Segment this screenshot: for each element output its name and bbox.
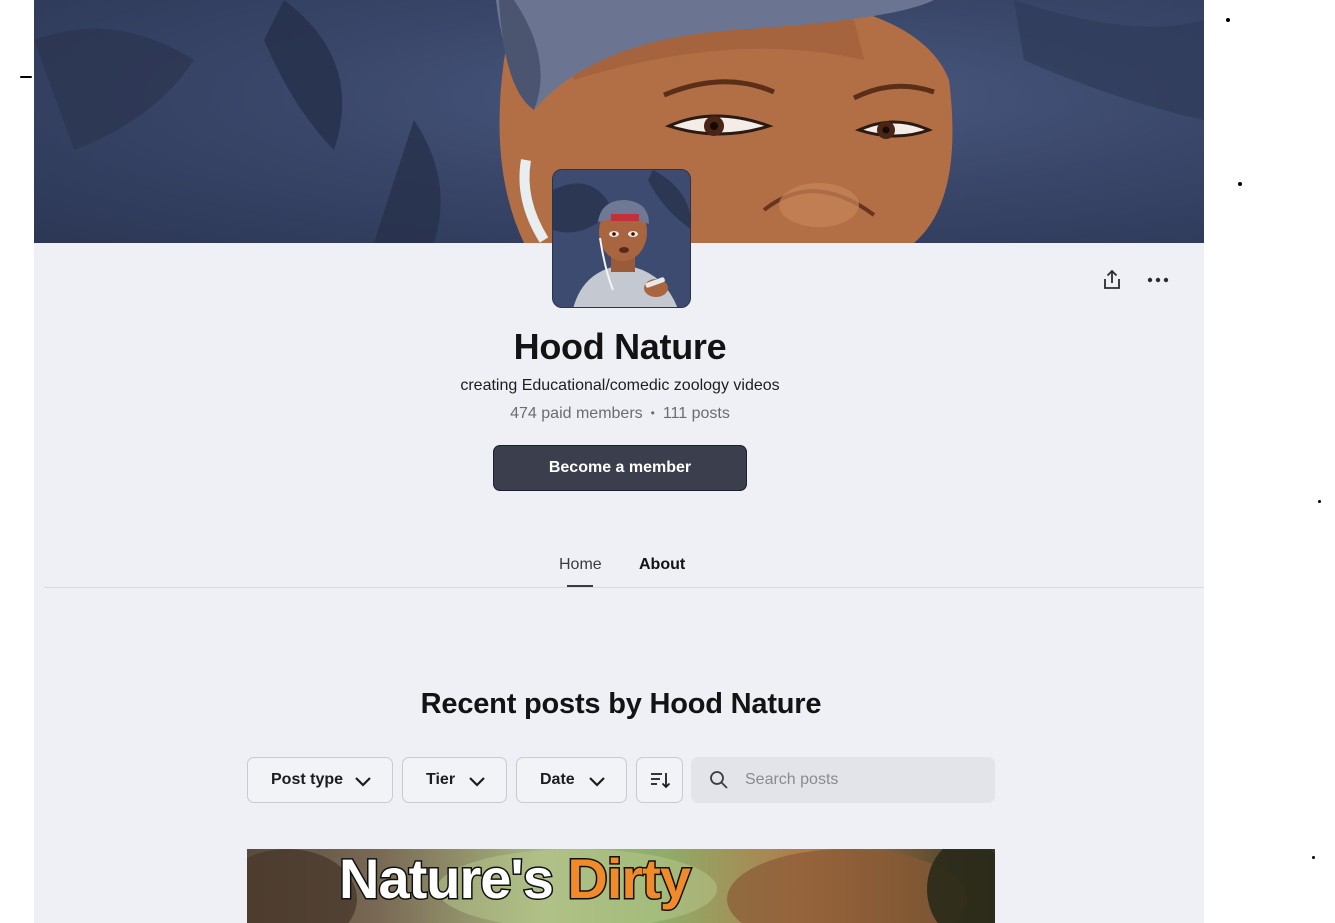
recent-posts-heading: Recent posts by Hood Nature — [420, 688, 822, 720]
become-member-button[interactable]: Become a member — [493, 445, 747, 491]
chevron-down-icon — [469, 777, 485, 787]
post-type-filter[interactable]: Post type — [247, 757, 393, 803]
avatar-image — [553, 170, 690, 307]
artifact-speck — [1312, 856, 1315, 859]
tab-about[interactable]: About — [639, 556, 685, 574]
search-posts-input[interactable] — [745, 757, 985, 803]
more-options-button[interactable] — [1142, 264, 1174, 296]
paid-members-count: 474 paid members — [510, 405, 643, 422]
tier-filter-label: Tier — [426, 771, 456, 788]
artifact-speck — [1226, 18, 1230, 22]
chevron-down-icon — [355, 777, 371, 787]
artifact-speck — [1238, 182, 1242, 186]
sort-icon — [650, 773, 670, 789]
thumbnail-title-word2: Dirty — [566, 849, 693, 910]
date-filter-label: Date — [540, 771, 575, 788]
artifact-speck — [20, 76, 32, 78]
chevron-down-icon — [589, 777, 605, 787]
more-horizontal-icon — [1147, 277, 1169, 283]
thumbnail-title: Nature's Dirty — [338, 849, 693, 910]
search-posts-field[interactable] — [691, 757, 995, 803]
creator-avatar[interactable] — [552, 169, 691, 308]
thumbnail-title-word1: Nature's — [338, 849, 556, 910]
date-filter[interactable]: Date — [516, 757, 627, 803]
creator-stats: 474 paid members • 111 posts — [34, 405, 1204, 423]
post-type-filter-label: Post type — [271, 771, 344, 788]
sort-order-button[interactable] — [636, 757, 683, 803]
artifact-speck — [1318, 500, 1321, 503]
stats-separator: • — [650, 406, 655, 420]
post-card-thumbnail[interactable]: Nature's Dirty — [247, 849, 995, 923]
share-button[interactable] — [1096, 264, 1128, 296]
share-icon — [1104, 269, 1120, 289]
posts-count: 111 posts — [662, 405, 730, 422]
tab-home[interactable]: Home — [559, 556, 602, 574]
active-tab-indicator — [567, 585, 593, 587]
creator-name: Hood Nature — [513, 326, 727, 367]
profile-tabs: Home About — [44, 550, 1204, 588]
tier-filter[interactable]: Tier — [402, 757, 507, 803]
search-icon — [710, 771, 728, 789]
creator-tagline: creating Educational/comedic zoology vid… — [460, 377, 780, 394]
creator-page: Hood Nature creating Educational/comedic… — [34, 0, 1204, 923]
